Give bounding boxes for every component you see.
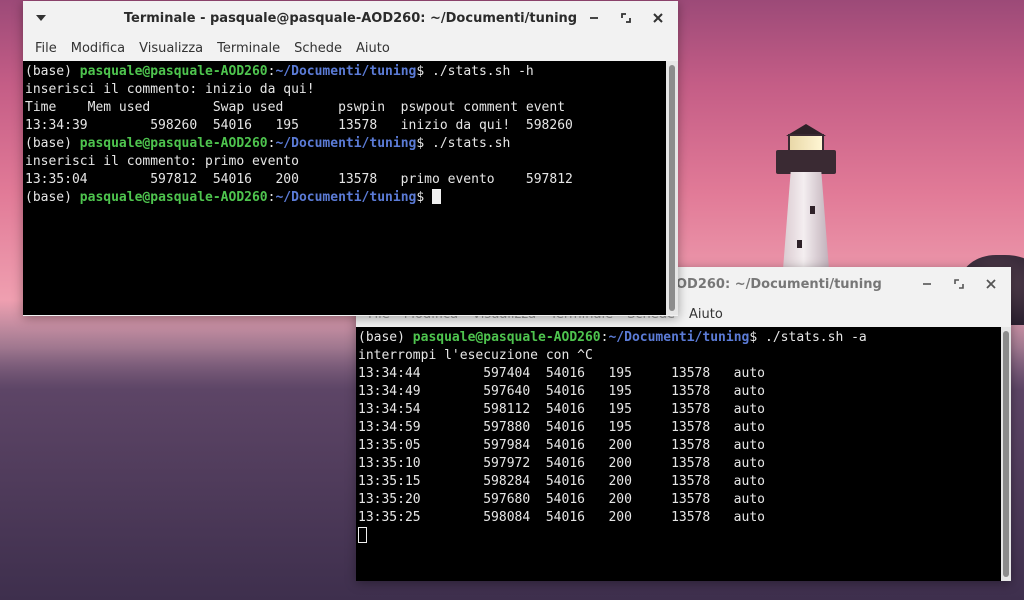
close-icon[interactable] [977, 273, 1005, 295]
menu-aiuto[interactable]: Aiuto [682, 307, 730, 322]
terminal-text: 13:34:54 598112 54016 195 13578 auto [358, 402, 765, 417]
terminal-line: 13:35:05 597984 54016 200 13578 auto [358, 437, 1001, 455]
prompt-path: ~/Documenti/tuning [608, 330, 750, 345]
terminal-text: 13:34:39 598260 54016 195 13578 inizio d… [25, 118, 573, 133]
prompt-base: (base) [25, 136, 80, 151]
prompt-path: ~/Documenti/tuning [275, 190, 417, 205]
terminal-line: 13:35:20 597680 54016 200 13578 auto [358, 491, 1001, 509]
window-title: Terminale - pasquale@pasquale-AOD260: ~/… [123, 10, 578, 26]
prompt-path: ~/Documenti/tuning [275, 64, 417, 79]
prompt-user: pasquale@pasquale-AOD260 [79, 190, 268, 205]
menu-aiuto[interactable]: Aiuto [349, 41, 397, 56]
terminal-text: inserisci il commento: primo evento [25, 154, 299, 169]
terminal-line: 13:34:39 598260 54016 195 13578 inizio d… [25, 117, 666, 135]
prompt-user: pasquale@pasquale-AOD260 [79, 136, 268, 151]
text-cursor [432, 189, 442, 204]
window-title: OD260: ~/Documenti/tuning [676, 276, 882, 292]
prompt-user: pasquale@pasquale-AOD260 [412, 330, 601, 345]
minimize-icon[interactable] [913, 273, 941, 295]
terminal-text: ./stats.sh [432, 136, 511, 151]
terminal-line: Time Mem used Swap used pswpin pswpout c… [25, 99, 666, 117]
scrollbar[interactable] [1001, 327, 1011, 581]
terminal-line: (base) pasquale@pasquale-AOD260:~/Docume… [25, 189, 666, 207]
wallpaper-lighthouse [770, 120, 850, 282]
menu-file[interactable]: File [28, 41, 64, 56]
terminal-text: 13:35:25 598084 54016 200 13578 auto [358, 510, 765, 525]
prompt-symbol: $ [416, 190, 433, 205]
terminal-text: ./stats.sh -h [432, 64, 534, 79]
prompt-symbol: $ [416, 136, 433, 151]
terminal-text: interrompi l'esecuzione con ^C [358, 348, 593, 363]
terminal-text: 13:34:49 597640 54016 195 13578 auto [358, 384, 765, 399]
chevron-down-icon[interactable] [33, 10, 49, 26]
menu-visualizza[interactable]: Visualizza [132, 41, 210, 56]
text-cursor [358, 527, 367, 543]
terminal-line: 13:35:10 597972 54016 200 13578 auto [358, 455, 1001, 473]
terminal-line [358, 527, 1001, 545]
prompt-symbol: $ [416, 64, 433, 79]
minimize-icon[interactable] [580, 7, 608, 29]
maximize-icon[interactable] [612, 7, 640, 29]
terminal-text: Time Mem used Swap used pswpin pswpout c… [25, 100, 566, 115]
prompt-symbol: $ [749, 330, 766, 345]
terminal-text: 13:35:10 597972 54016 200 13578 auto [358, 456, 765, 471]
prompt-base: (base) [358, 330, 413, 345]
terminal-line: 13:34:59 597880 54016 195 13578 auto [358, 419, 1001, 437]
prompt-base: (base) [25, 64, 80, 79]
terminal-line: (base) pasquale@pasquale-AOD260:~/Docume… [25, 63, 666, 81]
terminal-text: 13:35:15 598284 54016 200 13578 auto [358, 474, 765, 489]
terminal-text: ./stats.sh -a [765, 330, 867, 345]
terminal-line: 13:35:25 598084 54016 200 13578 auto [358, 509, 1001, 527]
terminal-output[interactable]: (base) pasquale@pasquale-AOD260:~/Docume… [356, 327, 1001, 581]
terminal-text: 13:34:59 597880 54016 195 13578 auto [358, 420, 765, 435]
menu-schede[interactable]: Schede [287, 41, 349, 56]
prompt-path: ~/Documenti/tuning [275, 136, 417, 151]
menu-modifica[interactable]: Modifica [64, 41, 132, 56]
scrollbar[interactable] [666, 61, 678, 315]
terminal-line: 13:34:44 597404 54016 195 13578 auto [358, 365, 1001, 383]
scrollbar-thumb[interactable] [1003, 331, 1009, 577]
terminal-line: interrompi l'esecuzione con ^C [358, 347, 1001, 365]
prompt-user: pasquale@pasquale-AOD260 [79, 64, 268, 79]
terminal-text: 13:35:20 597680 54016 200 13578 auto [358, 492, 765, 507]
terminal-window-1: Terminale - pasquale@pasquale-AOD260: ~/… [23, 1, 678, 316]
terminal-line: inserisci il commento: inizio da qui! [25, 81, 666, 99]
close-icon[interactable] [644, 7, 672, 29]
maximize-icon[interactable] [945, 273, 973, 295]
terminal-line: 13:35:04 597812 54016 200 13578 primo ev… [25, 171, 666, 189]
terminal-line: 13:35:15 598284 54016 200 13578 auto [358, 473, 1001, 491]
terminal-line: inserisci il commento: primo evento [25, 153, 666, 171]
titlebar[interactable]: Terminale - pasquale@pasquale-AOD260: ~/… [23, 1, 678, 35]
terminal-line: (base) pasquale@pasquale-AOD260:~/Docume… [25, 135, 666, 153]
terminal-text: 13:34:44 597404 54016 195 13578 auto [358, 366, 765, 381]
terminal-line: 13:34:54 598112 54016 195 13578 auto [358, 401, 1001, 419]
prompt-base: (base) [25, 190, 80, 205]
menubar: File Modifica Visualizza Terminale Sched… [23, 35, 678, 61]
terminal-text: 13:35:04 597812 54016 200 13578 primo ev… [25, 172, 573, 187]
menu-terminale[interactable]: Terminale [210, 41, 287, 56]
terminal-line: (base) pasquale@pasquale-AOD260:~/Docume… [358, 329, 1001, 347]
scrollbar-thumb[interactable] [669, 65, 675, 311]
terminal-output[interactable]: (base) pasquale@pasquale-AOD260:~/Docume… [23, 61, 666, 315]
terminal-line: 13:34:49 597640 54016 195 13578 auto [358, 383, 1001, 401]
terminal-text: 13:35:05 597984 54016 200 13578 auto [358, 438, 765, 453]
terminal-text: inserisci il commento: inizio da qui! [25, 82, 315, 97]
